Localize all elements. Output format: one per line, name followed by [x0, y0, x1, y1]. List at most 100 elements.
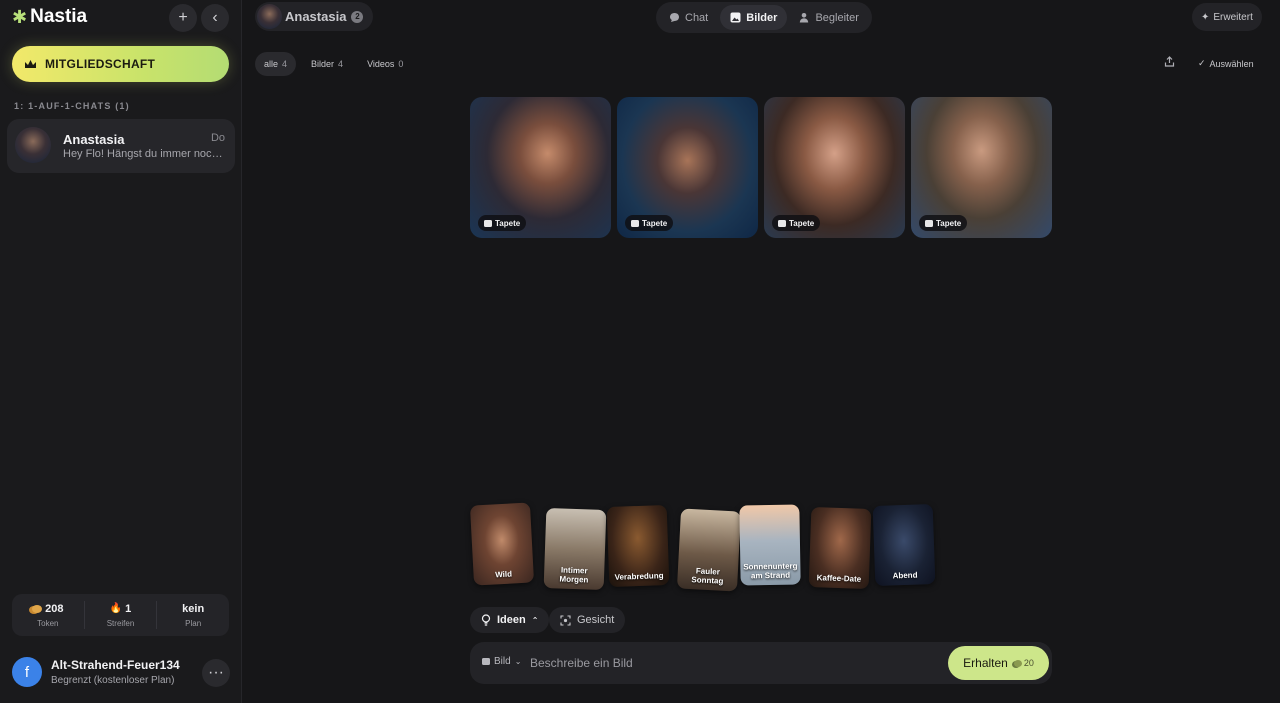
membership-label: MITGLIEDSCHAFT — [45, 57, 156, 71]
filter-count: 4 — [282, 59, 288, 69]
companion-badge: 2 — [351, 10, 364, 23]
chat-preview: Hey Flo! Hängst du immer noch ... — [63, 148, 227, 160]
gallery-image[interactable]: Tapete — [911, 97, 1052, 238]
tab-companions[interactable]: Begleiter — [789, 5, 868, 30]
generate-button[interactable]: Erhalten 20 — [948, 646, 1049, 680]
face-label: Gesicht — [577, 614, 615, 626]
companion-name: Anastasia — [285, 9, 347, 24]
filter-images[interactable]: Bilder 4 — [302, 52, 352, 76]
stat-value: kein — [182, 602, 205, 615]
user-plan: Begrenzt (kostenloser Plan) — [51, 675, 175, 686]
image-icon — [730, 12, 741, 23]
idea-card-beach-sunset[interactable]: Sonnenunterg am Strand — [739, 504, 801, 586]
idea-label: Kaffee-Date — [816, 573, 862, 584]
companion-selector[interactable]: Anastasia 2 — [255, 2, 374, 31]
avatar — [257, 4, 282, 29]
filter-all[interactable]: alle 4 — [255, 52, 297, 76]
share-button[interactable] — [1164, 56, 1175, 70]
select-label: Auswählen — [1209, 58, 1254, 69]
view-tabs: Chat Bilder Begleiter — [656, 2, 872, 33]
sidebar: ✱ Nastia + ‹ MITGLIEDSCHAFT 1: 1-AUF-1-C… — [0, 0, 242, 703]
tab-chat[interactable]: Chat — [659, 5, 718, 30]
idea-card-coffee-date[interactable]: Kaffee-Date — [808, 506, 872, 590]
chats-section-label: 1: 1-AUF-1-CHATS (1) — [14, 101, 130, 111]
chat-bubble-icon — [670, 13, 679, 22]
filter-tabs: alle 4 Bilder 4 Videos 0 — [255, 52, 412, 76]
chat-name: Anastasia — [63, 132, 125, 147]
user-name: Alt-Strahend-Feuer134 — [51, 658, 180, 672]
wallpaper-tag: Tapete — [478, 215, 527, 231]
filter-label: Videos — [367, 59, 395, 69]
membership-button[interactable]: MITGLIEDSCHAFT — [12, 46, 229, 82]
user-avatar[interactable]: f — [12, 657, 42, 687]
tag-label: Tapete — [789, 218, 815, 228]
select-button[interactable]: ✓ Auswählen — [1198, 58, 1254, 69]
extended-button[interactable]: ✦ Erweitert — [1192, 3, 1262, 31]
logo-text: Nastia — [30, 6, 88, 27]
prompt-input[interactable] — [530, 653, 930, 673]
tab-images[interactable]: Bilder — [720, 5, 788, 30]
tab-label: Chat — [685, 11, 709, 24]
media-type-label: Bild — [494, 656, 511, 667]
idea-card-date[interactable]: Verabredung — [606, 504, 670, 588]
new-chat-button[interactable]: + — [169, 4, 197, 32]
extended-label: Erweitert — [1213, 11, 1253, 23]
generate-label: Erhalten — [963, 656, 1008, 670]
share-icon — [1164, 56, 1175, 67]
tab-label: Begleiter — [815, 11, 859, 24]
lightbulb-icon — [481, 614, 491, 626]
wallpaper-tag: Tapete — [772, 215, 821, 231]
chevron-down-icon: ⌄ — [514, 657, 522, 666]
tag-label: Tapete — [495, 218, 521, 228]
chat-time: Do — [210, 132, 225, 144]
stats-panel: 208 Token 🔥 1 Streifen kein Plan — [12, 594, 229, 636]
cost-value: 20 — [1023, 658, 1034, 668]
stat-value: 1 — [125, 602, 132, 615]
chevron-up-icon: ⌃ — [531, 615, 539, 625]
image-icon — [925, 219, 933, 227]
wallpaper-tag: Tapete — [919, 215, 968, 231]
coin-icon — [32, 604, 43, 613]
idea-label: Morgen — [559, 574, 589, 585]
cost-badge: 20 — [1013, 658, 1034, 668]
face-button[interactable]: Gesicht — [549, 607, 626, 633]
stat-tokens[interactable]: 208 Token — [12, 601, 85, 629]
ideas-label: Ideen — [497, 614, 526, 626]
image-icon — [631, 219, 639, 227]
idea-card-wild[interactable]: Wild — [469, 502, 535, 586]
check-icon: ✓ — [1198, 58, 1206, 68]
stat-value: 208 — [45, 602, 64, 615]
filter-label: Bilder — [311, 59, 335, 69]
filter-videos[interactable]: Videos 0 — [358, 52, 412, 76]
idea-label: Wild — [494, 569, 513, 580]
filter-count: 4 — [338, 59, 344, 69]
gallery-image[interactable]: Tapete — [764, 97, 905, 238]
idea-card-lazy-sunday[interactable]: Fauler Sonntag — [676, 508, 742, 592]
gallery-image[interactable]: Tapete — [470, 97, 611, 238]
idea-label: Sonntag — [691, 574, 724, 586]
filter-count: 0 — [398, 59, 404, 69]
image-icon — [484, 219, 492, 227]
media-type-select[interactable]: Bild ⌄ — [482, 656, 521, 667]
wallpaper-tag: Tapete — [625, 215, 674, 231]
app-root: ✱ Nastia + ‹ MITGLIEDSCHAFT 1: 1-AUF-1-C… — [0, 0, 1280, 703]
collapse-sidebar-button[interactable]: ‹ — [201, 4, 229, 32]
stat-label: Token — [37, 618, 59, 628]
user-menu-button[interactable]: ··· — [202, 659, 230, 687]
ideas-toggle[interactable]: Ideen ⌃ — [470, 607, 550, 633]
chevron-left-icon: ‹ — [212, 9, 218, 26]
stat-label: Streifen — [106, 618, 135, 628]
idea-card-intimate-morning[interactable]: Intimer Morgen — [543, 507, 607, 591]
more-dots-icon: ··· — [208, 664, 224, 681]
chat-list-item[interactable]: Anastasia Do Hey Flo! Hängst du immer no… — [7, 119, 235, 173]
idea-label: am Strand — [750, 570, 791, 581]
logo[interactable]: ✱ Nastia — [12, 6, 87, 28]
stat-streak[interactable]: 🔥 1 Streifen — [85, 601, 158, 629]
idea-label: Abend — [892, 570, 918, 581]
image-icon — [482, 658, 490, 665]
tag-label: Tapete — [936, 218, 962, 228]
coin-icon — [1013, 659, 1022, 667]
idea-card-evening[interactable]: Abend — [872, 503, 936, 587]
stat-plan[interactable]: kein Plan — [157, 601, 229, 629]
gallery-image[interactable]: Tapete — [617, 97, 758, 238]
